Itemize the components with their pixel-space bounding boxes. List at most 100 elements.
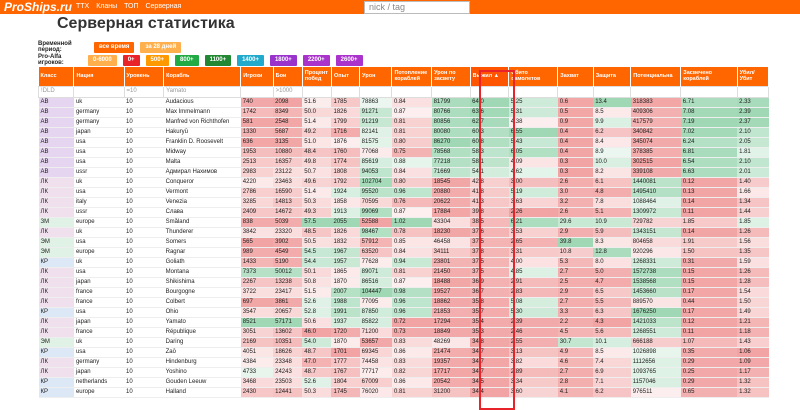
filter-input-15[interactable]: [630, 85, 682, 98]
column-header-6[interactable]: Процент побед: [302, 67, 332, 86]
column-header-1[interactable]: Нация: [73, 67, 125, 86]
column-header-10[interactable]: Урон по засвету: [431, 67, 471, 86]
table-row[interactable]: АВ uk 10 Audacious 740 2098 51.6 1785 78863 0.84 8…: [38, 97, 769, 108]
column-header-5[interactable]: Бои: [273, 67, 303, 86]
cell-3[interactable]: Vermont: [163, 187, 241, 198]
table-row[interactable]: ЛК japan 10 Yoshino 4733 24243 48.7 1767 77717 0.…: [38, 367, 769, 378]
site-logo[interactable]: ProShips.ru: [4, 0, 72, 14]
cell-3[interactable]: Yoshino: [163, 367, 241, 378]
table-row[interactable]: АВ japan 10 Hakuryū 1330 5687 49.2 1716 82141 0.8…: [38, 127, 769, 138]
filter-input-14[interactable]: [592, 85, 632, 98]
column-header-12[interactable]: Сбито самолетов: [508, 67, 559, 86]
table-row[interactable]: ЛК germany 10 Hindenburg 4384 23348 47.0 1777 74…: [38, 357, 769, 368]
cell-3[interactable]: Ragnar: [163, 247, 241, 258]
pro-alfa-button-0[interactable]: 0-6000: [88, 54, 117, 66]
cell-3[interactable]: Malta: [163, 157, 241, 168]
column-header-15[interactable]: Потенциальна: [630, 67, 682, 86]
filter-input-4[interactable]: [240, 85, 274, 98]
cell-3[interactable]: Manfred von Richthofen: [163, 117, 241, 128]
table-row[interactable]: ЛК italy 10 Venezia 3285 14813 50.3 1858 70595 0.…: [38, 197, 769, 208]
table-row[interactable]: ЛК japan 10 Shikishima 2267 13238 50.8 1870 8651…: [38, 277, 769, 288]
filter-input-10[interactable]: [431, 85, 471, 98]
pro-alfa-button-8[interactable]: 2600+: [335, 54, 363, 66]
filter-input-7[interactable]: [330, 85, 361, 98]
filter-input-3[interactable]: Yamato: [163, 85, 242, 98]
cell-3[interactable]: Zaō: [163, 347, 241, 358]
cell-3[interactable]: Shikishima: [163, 277, 241, 288]
table-row[interactable]: ЛК ussr 10 Слава 2409 14672 49.3 1913 99069 0.87 1…: [38, 207, 769, 218]
pro-alfa-button-7[interactable]: 2200+: [302, 54, 330, 66]
table-row[interactable]: КР usa 10 Zaō 4051 18626 48.7 1701 69345 0.86 2147…: [38, 347, 769, 358]
table-row[interactable]: ЗМ europe 10 Småland 838 5039 57.5 2055 52588 1.0…: [38, 217, 769, 228]
cell-3[interactable]: Адмирал Нахимов: [163, 167, 241, 178]
table-row[interactable]: ЛК usa 10 Vermont 2786 16590 51.4 1924 95520 0.96…: [38, 187, 769, 198]
cell-3[interactable]: Småland: [163, 217, 241, 228]
table-row[interactable]: ЛК japan 10 Yamato 8521 57171 50.6 1937 85822 0.7…: [38, 317, 769, 328]
column-header-16[interactable]: Засвечено кораблей: [680, 67, 738, 86]
table-row[interactable]: ЭМ uk 10 Daring 2169 10351 54.0 1870 53657 0.83 48…: [38, 337, 769, 348]
table-row[interactable]: ЛК usa 10 Montana 7373 50012 50.1 1865 89071 0.81…: [38, 267, 769, 278]
cell-3[interactable]: Max Immelmann: [163, 107, 241, 118]
table-row[interactable]: КР uk 10 Goliath 1433 5190 54.4 1957 77628 0.94 23…: [38, 257, 769, 268]
column-header-17[interactable]: Убил/ Убит: [737, 67, 770, 86]
table-row[interactable]: ЛК france 10 République 3051 13602 46.0 1720 712…: [38, 327, 769, 338]
filter-input-1[interactable]: [73, 85, 125, 98]
filter-input-8[interactable]: [359, 85, 393, 98]
table-row[interactable]: АВ usa 10 Malta 2513 16357 49.8 1774 85619 0.88 77…: [38, 157, 769, 168]
cell-3[interactable]: Halland: [163, 387, 241, 398]
cell-3[interactable]: Venezia: [163, 197, 241, 208]
filter-input-11[interactable]: [469, 85, 510, 98]
period-button-0[interactable]: все время: [94, 41, 135, 53]
column-header-3[interactable]: Корабль: [163, 67, 242, 86]
filter-input-12[interactable]: [508, 85, 559, 98]
pro-alfa-button-2[interactable]: 500+: [145, 54, 170, 66]
column-header-7[interactable]: Опыт: [331, 67, 361, 86]
column-header-2[interactable]: Уровень: [124, 67, 165, 86]
column-header-13[interactable]: Захват: [557, 67, 594, 86]
table-row[interactable]: АВ usa 10 Franklin D. Roosevelt 636 3135 51.0 1…: [38, 137, 769, 148]
cell-3[interactable]: Слава: [163, 207, 241, 218]
column-header-9[interactable]: Потопление кораблей: [391, 67, 433, 86]
cell-3[interactable]: Thunderer: [163, 227, 241, 238]
table-row[interactable]: ЛК uk 10 Conqueror 4220 23463 49.6 1792 102704 0.…: [38, 177, 769, 188]
cell-3[interactable]: Hindenburg: [163, 357, 241, 368]
filter-input-16[interactable]: [680, 85, 738, 98]
column-header-8[interactable]: Урон: [359, 67, 393, 86]
filter-input-17[interactable]: [736, 85, 770, 98]
cell-3[interactable]: Goliath: [163, 257, 241, 268]
table-row[interactable]: АВ germany 10 Max Immelmann 1742 8349 50.0 1826…: [38, 107, 769, 118]
table-row[interactable]: ЛК france 10 Colbert 697 3861 52.6 1988 77095 0.9…: [38, 297, 769, 308]
table-row[interactable]: АВ usa 10 Midway 1953 10880 48.4 1760 77068 0.75 7…: [38, 147, 769, 158]
table-row[interactable]: ЛК france 10 Bourgogne 3722 23417 51.5 2007 1044…: [38, 287, 769, 298]
filter-input-5[interactable]: >1000: [272, 85, 303, 98]
cell-3[interactable]: Yamato: [163, 317, 241, 328]
pro-alfa-button-4[interactable]: 1100+: [204, 54, 232, 66]
table-row[interactable]: АВ germany 10 Manfred von Richthofen 581 2548…: [38, 117, 769, 128]
nav-link-server[interactable]: Серверная: [145, 3, 181, 10]
cell-3[interactable]: Franklin D. Roosevelt: [163, 137, 241, 148]
pro-alfa-button-1[interactable]: 0+: [122, 54, 140, 66]
cell-3[interactable]: Somers: [163, 237, 241, 248]
cell-3[interactable]: Ohio: [163, 307, 241, 318]
table-row[interactable]: АВ ussr 10 Адмирал Нахимов 2983 23122 50.7 1808…: [38, 167, 769, 178]
pro-alfa-button-6[interactable]: 1800+: [269, 54, 297, 66]
nav-link-clans[interactable]: Кланы: [96, 3, 117, 10]
period-button-1[interactable]: за 28 дней: [140, 41, 182, 53]
filter-input-13[interactable]: [557, 85, 594, 98]
cell-3[interactable]: Gouden Leeuw: [163, 377, 241, 388]
table-row[interactable]: КР europe 10 Halland 2430 12441 50.3 1745 76020 0…: [38, 387, 769, 398]
nav-link-ttx[interactable]: TTX: [76, 3, 89, 10]
table-row[interactable]: КР netherlands 10 Gouden Leeuw 3468 23503 52.6…: [38, 377, 769, 388]
cell-3[interactable]: Montana: [163, 267, 241, 278]
table-row[interactable]: ЛК uk 10 Thunderer 3842 23320 48.5 1826 98467 0.7…: [38, 227, 769, 238]
column-header-4[interactable]: Игроки: [240, 67, 274, 86]
table-row[interactable]: КР usa 10 Ohio 3547 20657 52.8 1991 87850 0.96 218…: [38, 307, 769, 318]
nav-link-top[interactable]: ТОП: [124, 3, 138, 10]
column-header-14[interactable]: Защита: [593, 67, 632, 86]
cell-3[interactable]: Bourgogne: [163, 287, 241, 298]
cell-3[interactable]: Hakuryū: [163, 127, 241, 138]
cell-3[interactable]: Conqueror: [163, 177, 241, 188]
filter-input-9[interactable]: [391, 85, 433, 98]
pro-alfa-button-3[interactable]: 800+: [175, 54, 199, 66]
pro-alfa-button-5[interactable]: 1400+: [237, 54, 264, 66]
